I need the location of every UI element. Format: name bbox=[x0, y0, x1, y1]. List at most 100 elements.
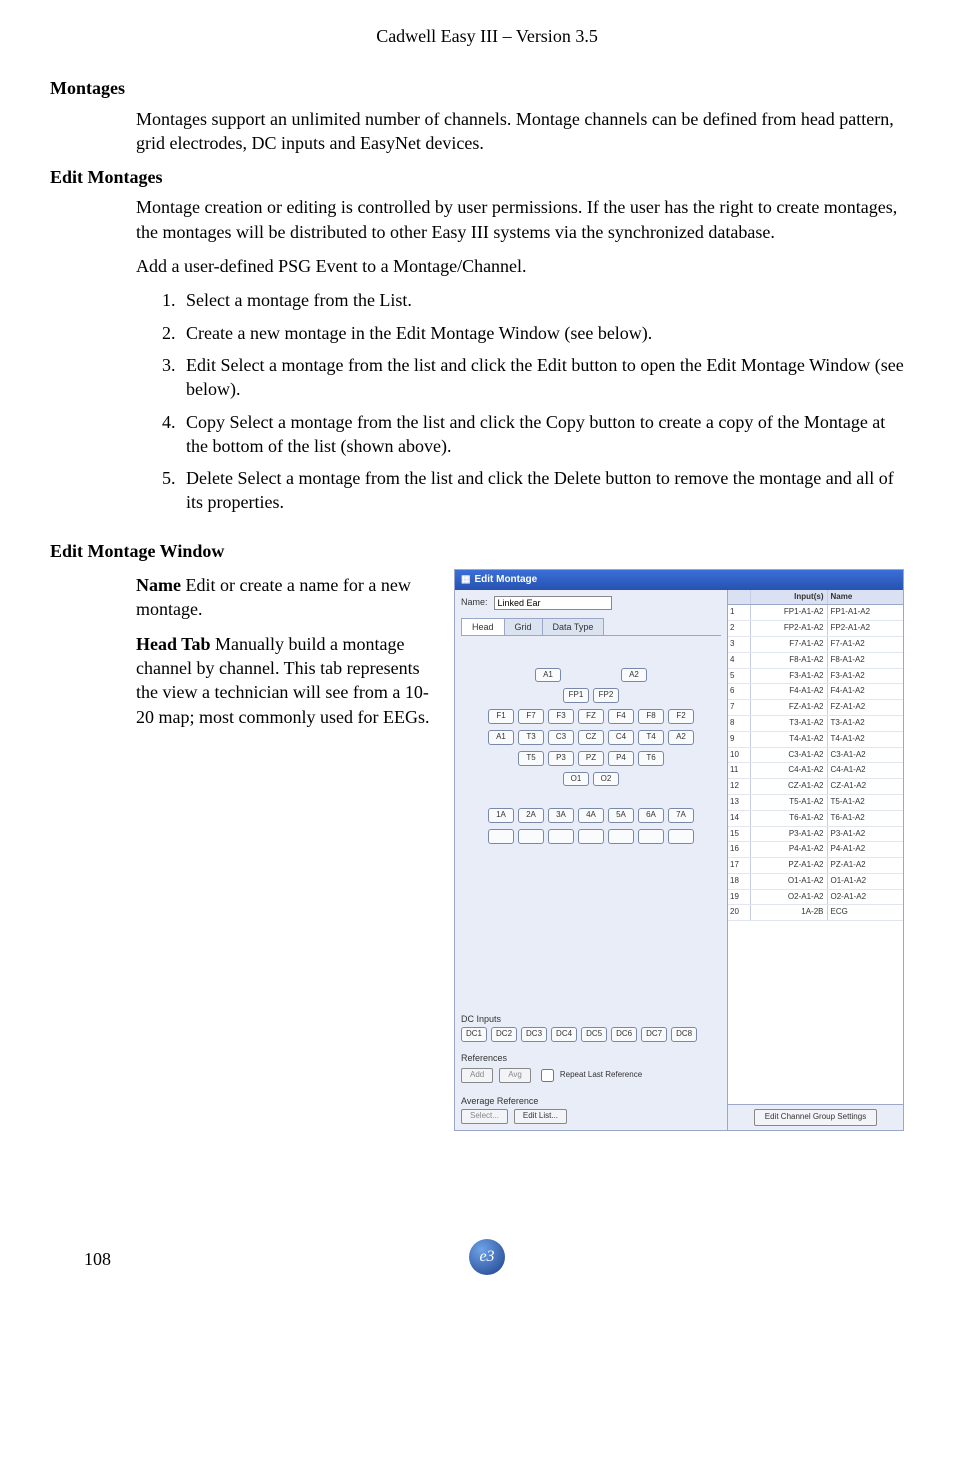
heading-edit-montages: Edit Montages bbox=[50, 165, 924, 189]
col-hdr-idx bbox=[728, 590, 751, 605]
tab-head[interactable]: Head bbox=[461, 618, 505, 635]
table-row[interactable]: 6F4-A1-A2F4-A1-A2 bbox=[728, 684, 903, 700]
electrode[interactable]: T3 bbox=[518, 730, 544, 745]
table-row[interactable]: 8T3-A1-A2T3-A1-A2 bbox=[728, 716, 903, 732]
para-edit-2: Add a user-defined PSG Event to a Montag… bbox=[136, 254, 904, 278]
dc-input[interactable]: DC4 bbox=[551, 1027, 577, 1042]
table-row[interactable]: 17PZ-A1-A2PZ-A1-A2 bbox=[728, 858, 903, 874]
ref-avg-button[interactable]: Avg bbox=[499, 1068, 531, 1083]
electrode[interactable] bbox=[518, 829, 544, 844]
electrode[interactable]: T4 bbox=[638, 730, 664, 745]
para-edit-1: Montage creation or editing is controlle… bbox=[136, 195, 904, 244]
repeat-last-ref-label: Repeat Last Reference bbox=[560, 1070, 642, 1081]
electrode[interactable]: A2 bbox=[668, 730, 694, 745]
avg-ref-label: Average Reference bbox=[461, 1095, 721, 1107]
page-header: Cadwell Easy III – Version 3.5 bbox=[50, 24, 924, 48]
table-row[interactable]: 19O2-A1-A2O2-A1-A2 bbox=[728, 890, 903, 906]
table-row[interactable]: 11C4-A1-A2C4-A1-A2 bbox=[728, 763, 903, 779]
electrode[interactable]: F3 bbox=[548, 709, 574, 724]
page-footer: 108 e3 bbox=[50, 1231, 924, 1271]
tab-datatype[interactable]: Data Type bbox=[542, 618, 605, 635]
electrode[interactable] bbox=[638, 829, 664, 844]
table-row[interactable]: 18O1-A1-A2O1-A1-A2 bbox=[728, 874, 903, 890]
electrode[interactable]: 2A bbox=[518, 808, 544, 823]
references-label: References bbox=[461, 1052, 721, 1064]
name-label: Name: bbox=[461, 596, 488, 608]
table-row[interactable]: 7FZ-A1-A2FZ-A1-A2 bbox=[728, 700, 903, 716]
electrode[interactable]: 3A bbox=[548, 808, 574, 823]
table-row[interactable]: 4F8-A1-A2F8-A1-A2 bbox=[728, 653, 903, 669]
electrode[interactable]: F2 bbox=[668, 709, 694, 724]
desc-name: Name Edit or create a name for a new mon… bbox=[136, 573, 436, 622]
electrode[interactable] bbox=[488, 829, 514, 844]
dc-input[interactable]: DC6 bbox=[611, 1027, 637, 1042]
avg-select-button[interactable]: Select... bbox=[461, 1109, 508, 1124]
electrode[interactable]: T6 bbox=[638, 751, 664, 766]
electrode[interactable]: A2 bbox=[621, 668, 647, 683]
electrode[interactable]: P3 bbox=[548, 751, 574, 766]
para-montages: Montages support an unlimited number of … bbox=[136, 107, 904, 156]
electrode[interactable] bbox=[608, 829, 634, 844]
electrode[interactable] bbox=[548, 829, 574, 844]
electrode[interactable]: C3 bbox=[548, 730, 574, 745]
electrode[interactable]: A1 bbox=[488, 730, 514, 745]
electrode[interactable] bbox=[668, 829, 694, 844]
logo-icon: e3 bbox=[469, 1239, 505, 1275]
dc-input[interactable]: DC3 bbox=[521, 1027, 547, 1042]
table-row[interactable]: 3F7-A1-A2F7-A1-A2 bbox=[728, 637, 903, 653]
name-input[interactable] bbox=[494, 596, 612, 610]
dc-input[interactable]: DC8 bbox=[671, 1027, 697, 1042]
electrode[interactable]: O1 bbox=[563, 772, 589, 787]
electrode[interactable]: FP2 bbox=[593, 688, 619, 703]
dc-input[interactable]: DC2 bbox=[491, 1027, 517, 1042]
table-row[interactable]: 10C3-A1-A2C3-A1-A2 bbox=[728, 748, 903, 764]
channel-table[interactable]: 1FP1-A1-A2FP1-A1-A22FP2-A1-A2FP2-A1-A23F… bbox=[728, 605, 903, 1104]
electrode[interactable]: F8 bbox=[638, 709, 664, 724]
repeat-last-ref[interactable]: Repeat Last Reference bbox=[537, 1066, 642, 1085]
edit-channel-group-button[interactable]: Edit Channel Group Settings bbox=[754, 1109, 877, 1126]
step-item: Delete Select a montage from the list an… bbox=[180, 466, 904, 515]
dc-input[interactable]: DC7 bbox=[641, 1027, 667, 1042]
electrode[interactable]: A1 bbox=[535, 668, 561, 683]
electrode[interactable]: PZ bbox=[578, 751, 604, 766]
table-row[interactable]: 16P4-A1-A2P4-A1-A2 bbox=[728, 842, 903, 858]
dc-input[interactable]: DC5 bbox=[581, 1027, 607, 1042]
tab-grid[interactable]: Grid bbox=[504, 618, 543, 635]
table-row[interactable]: 1FP1-A1-A2FP1-A1-A2 bbox=[728, 605, 903, 621]
electrode[interactable]: P4 bbox=[608, 751, 634, 766]
desc-head: Head Tab Manually build a montage channe… bbox=[136, 632, 436, 729]
electrode[interactable]: 5A bbox=[608, 808, 634, 823]
electrode[interactable]: C4 bbox=[608, 730, 634, 745]
table-row[interactable]: 9T4-A1-A2T4-A1-A2 bbox=[728, 732, 903, 748]
electrode[interactable]: FP1 bbox=[563, 688, 589, 703]
electrode[interactable]: F7 bbox=[518, 709, 544, 724]
table-row[interactable]: 14T6-A1-A2T6-A1-A2 bbox=[728, 811, 903, 827]
table-row[interactable]: 201A-2BECG bbox=[728, 905, 903, 921]
electrode[interactable]: 6A bbox=[638, 808, 664, 823]
repeat-last-ref-checkbox[interactable] bbox=[541, 1069, 554, 1082]
electrode[interactable]: 7A bbox=[668, 808, 694, 823]
head-map: A1 A2 FP1 FP2 F1 F7 F3 FZ F4 F8 F2 A1 T3 C3 CZ C4 T4… bbox=[461, 640, 721, 1009]
avg-edit-list-button[interactable]: Edit List... bbox=[514, 1109, 567, 1124]
table-row[interactable]: 15P3-A1-A2P3-A1-A2 bbox=[728, 827, 903, 843]
heading-edit-window: Edit Montage Window bbox=[50, 539, 924, 563]
table-row[interactable]: 13T5-A1-A2T5-A1-A2 bbox=[728, 795, 903, 811]
electrode[interactable]: 4A bbox=[578, 808, 604, 823]
step-item: Select a montage from the List. bbox=[180, 288, 904, 312]
electrode[interactable]: F1 bbox=[488, 709, 514, 724]
electrode[interactable]: CZ bbox=[578, 730, 604, 745]
col-hdr-name: Name bbox=[828, 590, 904, 605]
electrode[interactable]: FZ bbox=[578, 709, 604, 724]
dc-input[interactable]: DC1 bbox=[461, 1027, 487, 1042]
electrode[interactable]: T5 bbox=[518, 751, 544, 766]
heading-montages: Montages bbox=[50, 76, 924, 100]
electrode[interactable]: 1A bbox=[488, 808, 514, 823]
table-row[interactable]: 5F3-A1-A2F3-A1-A2 bbox=[728, 669, 903, 685]
table-row[interactable]: 12CZ-A1-A2CZ-A1-A2 bbox=[728, 779, 903, 795]
edit-montage-screenshot: ▦ Edit Montage Name: Head Grid Data Type… bbox=[454, 569, 904, 1131]
electrode[interactable]: O2 bbox=[593, 772, 619, 787]
electrode[interactable] bbox=[578, 829, 604, 844]
electrode[interactable]: F4 bbox=[608, 709, 634, 724]
ref-add-button[interactable]: Add bbox=[461, 1068, 493, 1083]
table-row[interactable]: 2FP2-A1-A2FP2-A1-A2 bbox=[728, 621, 903, 637]
